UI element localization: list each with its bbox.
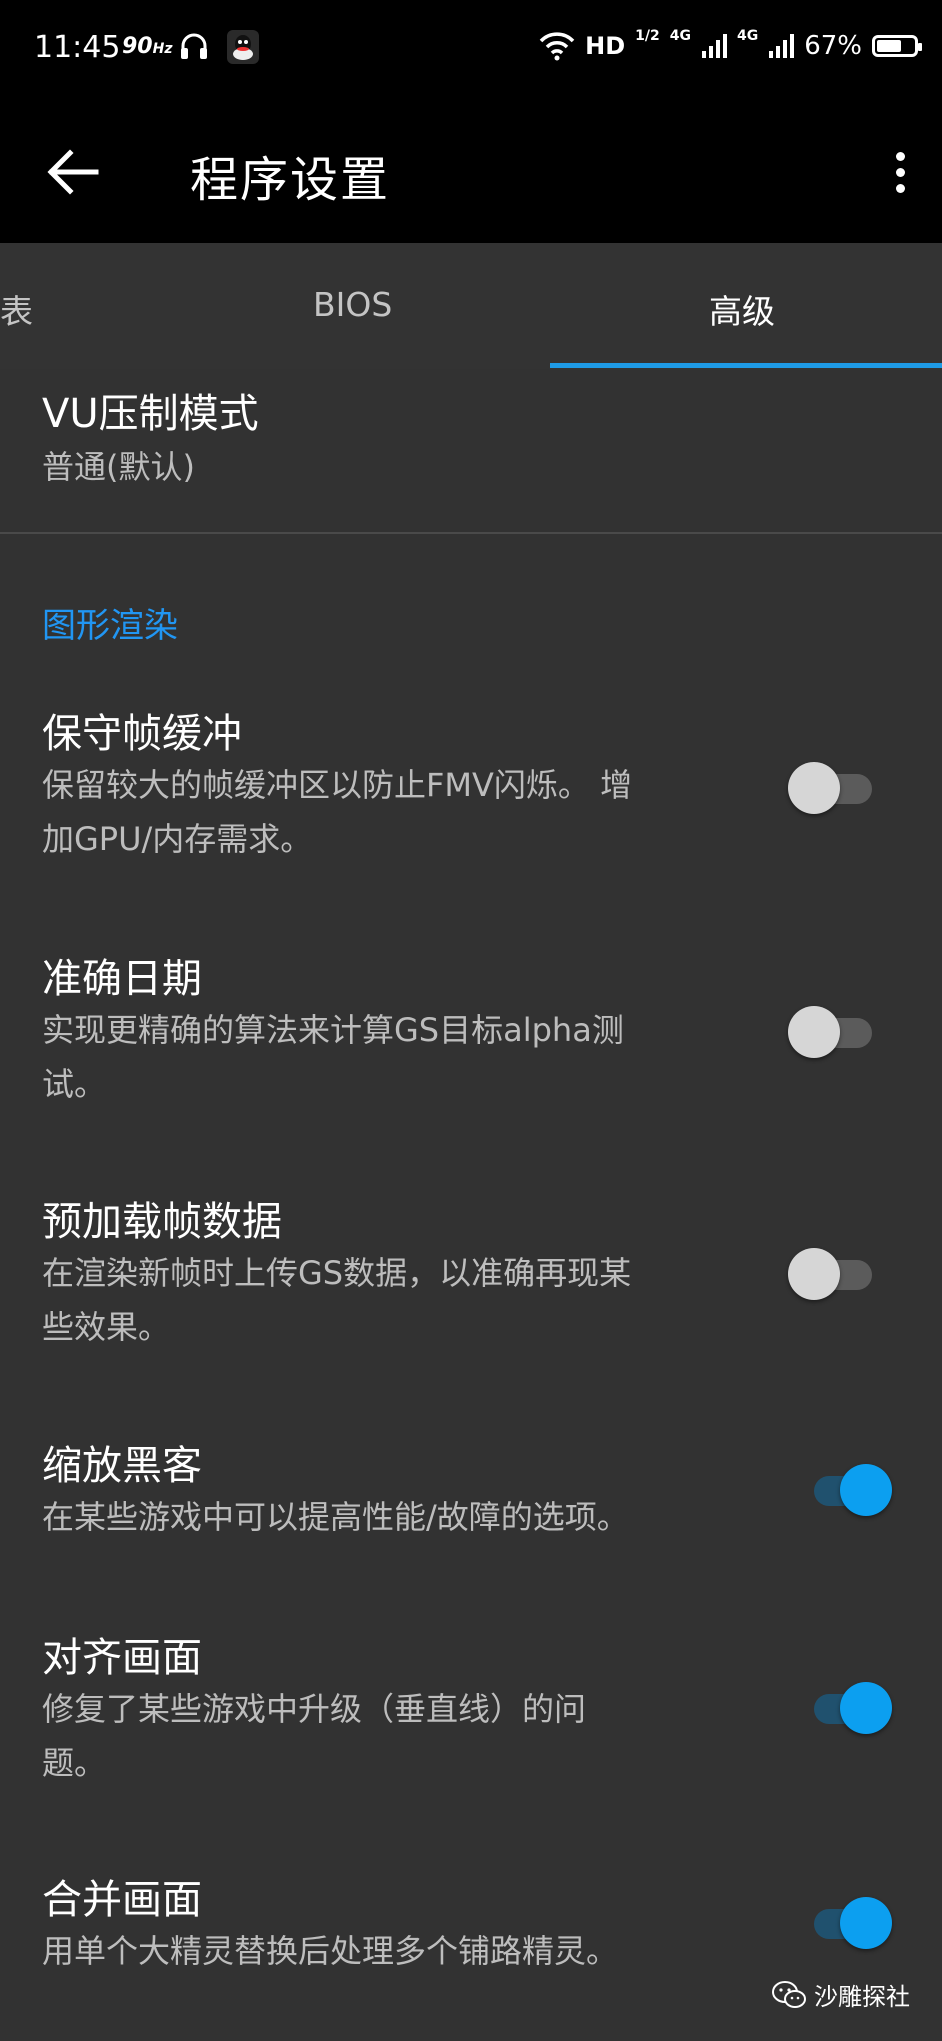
switch-thumb xyxy=(788,1248,840,1300)
setting-preload-frame-data[interactable]: 预加载帧数据 在渲染新帧时上传GS数据，以准确再现某 些效果。 xyxy=(42,1198,732,1354)
network-type-1: 4G xyxy=(669,28,691,44)
setting-summary-line: 试。 xyxy=(42,1065,107,1103)
signal-icon xyxy=(769,34,795,58)
setting-summary: 在某些游戏中可以提高性能/故障的选项。 xyxy=(42,1490,732,1544)
switch-thumb xyxy=(840,1897,892,1949)
setting-scale-hack[interactable]: 缩放黑客 在某些游戏中可以提高性能/故障的选项。 xyxy=(42,1442,732,1544)
vu-mode-title: VU压制模式 xyxy=(42,391,259,437)
toggle-accurate-date[interactable] xyxy=(788,1006,874,1058)
switch-thumb xyxy=(788,1006,840,1058)
setting-title: 准确日期 xyxy=(42,956,202,1002)
refresh-rate-value: 90 xyxy=(122,34,153,59)
net-sub-indicator: 1/2 xyxy=(635,28,660,44)
battery-percent: 67% xyxy=(804,31,862,61)
network-type-2: 4G xyxy=(736,28,759,44)
setting-summary-line: 实现更精确的算法来计算GS目标alpha测 xyxy=(42,1011,624,1049)
toggle-align-screen[interactable] xyxy=(806,1682,892,1734)
toggle-scale-hack[interactable] xyxy=(806,1464,892,1516)
setting-summary: 保留较大的帧缓冲区以防止FMV闪烁。 增 加GPU/内存需求。 xyxy=(42,758,732,866)
more-options-icon[interactable] xyxy=(876,140,924,204)
qq-notification-icon xyxy=(227,30,259,64)
setting-align-screen[interactable]: 对齐画面 修复了某些游戏中升级（垂直线）的问 题。 xyxy=(42,1634,732,1790)
tab-advanced[interactable]: 高级 xyxy=(709,285,775,333)
setting-summary-line: 加GPU/内存需求。 xyxy=(42,820,313,858)
wifi-icon xyxy=(539,32,575,61)
toggle-conservative-framebuffer[interactable] xyxy=(788,762,874,814)
setting-summary-line: 在渲染新帧时上传GS数据，以准确再现某 xyxy=(42,1254,632,1292)
setting-title: 合并画面 xyxy=(42,1877,202,1923)
signal-icon xyxy=(701,34,727,58)
watermark: 沙雕探社 xyxy=(772,1977,910,2012)
back-arrow-icon[interactable] xyxy=(40,140,104,204)
tab-bios[interactable]: BIOS xyxy=(313,285,392,324)
tab-list[interactable]: 表 xyxy=(0,285,33,333)
wechat-icon xyxy=(772,1980,806,2008)
setting-summary: 用单个大精灵替换后处理多个铺路精灵。 xyxy=(42,1924,732,1978)
hd-indicator: HD xyxy=(585,32,626,60)
status-bar: 11:45 90Hz HD 1/2 4G 4G 67% xyxy=(0,0,942,100)
vu-mode-preference[interactable]: VU压制模式 普通(默认) xyxy=(42,390,732,494)
switch-thumb xyxy=(788,762,840,814)
setting-summary: 实现更精确的算法来计算GS目标alpha测 试。 xyxy=(42,1003,732,1111)
section-divider xyxy=(0,532,942,534)
tab-selected-indicator xyxy=(550,363,942,368)
setting-conservative-framebuffer[interactable]: 保守帧缓冲 保留较大的帧缓冲区以防止FMV闪烁。 增 加GPU/内存需求。 xyxy=(42,710,732,866)
setting-title: 预加载帧数据 xyxy=(42,1199,282,1245)
toggle-preload-frame-data[interactable] xyxy=(788,1248,874,1300)
setting-summary: 修复了某些游戏中升级（垂直线）的问 题。 xyxy=(42,1682,732,1790)
setting-merge-screen[interactable]: 合并画面 用单个大精灵替换后处理多个铺路精灵。 xyxy=(42,1876,732,1978)
status-indicators: HD 1/2 4G 4G 67% xyxy=(539,26,942,66)
app-bar: 程序设置 xyxy=(0,100,942,243)
setting-summary-line: 在某些游戏中可以提高性能/故障的选项。 xyxy=(42,1498,629,1536)
battery-fill xyxy=(877,40,902,52)
switch-thumb xyxy=(840,1682,892,1734)
setting-summary-line: 题。 xyxy=(42,1744,107,1782)
vu-mode-summary: 普通(默认) xyxy=(42,448,195,486)
setting-title: 保守帧缓冲 xyxy=(42,711,242,757)
setting-summary-line: 些效果。 xyxy=(42,1308,171,1346)
headphone-icon xyxy=(181,33,207,59)
tab-bar: 表 BIOS 高级 xyxy=(0,243,942,369)
setting-summary-line: 用单个大精灵替换后处理多个铺路精灵。 xyxy=(42,1932,619,1970)
setting-summary-line: 修复了某些游戏中升级（垂直线）的问 xyxy=(42,1690,587,1728)
setting-title: 对齐画面 xyxy=(42,1635,202,1681)
setting-summary: 在渲染新帧时上传GS数据，以准确再现某 些效果。 xyxy=(42,1246,732,1354)
setting-accurate-date[interactable]: 准确日期 实现更精确的算法来计算GS目标alpha测 试。 xyxy=(42,955,732,1111)
setting-title: 缩放黑客 xyxy=(42,1443,202,1489)
setting-summary-line: 保留较大的帧缓冲区以防止FMV闪烁。 增 xyxy=(42,766,633,804)
category-header-graphics: 图形渲染 xyxy=(42,606,178,646)
refresh-rate-indicator: 90Hz xyxy=(122,34,173,59)
watermark-text: 沙雕探社 xyxy=(814,1983,910,2011)
refresh-rate-unit: Hz xyxy=(152,41,173,57)
status-time: 11:45 xyxy=(34,30,121,65)
battery-icon xyxy=(872,35,922,57)
switch-thumb xyxy=(840,1464,892,1516)
toggle-merge-screen[interactable] xyxy=(806,1897,892,1949)
page-title: 程序设置 xyxy=(190,152,391,208)
